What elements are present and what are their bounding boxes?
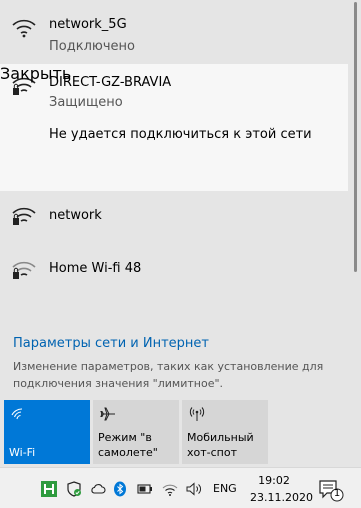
h-app-icon[interactable] [41, 481, 57, 497]
network-status: Защищено [49, 95, 123, 110]
security-shield-icon[interactable] [66, 481, 82, 497]
network-settings-description: Изменение параметров, таких как установл… [13, 360, 324, 390]
network-item-selected[interactable]: DIRECT-GZ-BRAVIA Защищено Не удается под… [0, 64, 348, 191]
volume-icon[interactable] [186, 481, 202, 497]
network-item[interactable]: network [0, 192, 348, 238]
taskbar: ENG 19:02 23.11.2020 1 [0, 467, 361, 508]
network-status: Подключено [49, 39, 135, 54]
wifi-toggle-tile[interactable]: Wi-Fi [4, 400, 90, 464]
input-language-indicator[interactable]: ENG [213, 482, 237, 495]
notification-count-badge: 1 [333, 488, 341, 499]
network-name: network [49, 208, 102, 223]
wifi-secured-icon [12, 261, 36, 279]
hotspot-icon [189, 407, 205, 421]
tile-label: Wi-Fi [9, 446, 36, 459]
network-settings-link[interactable]: Параметры сети и Интернет [13, 336, 209, 351]
flyout-scrollbar[interactable] [348, 0, 361, 467]
scrollbar-thumb[interactable] [354, 2, 357, 272]
connection-error-message: Не удается подключиться к этой сети [49, 127, 312, 142]
network-item-connected[interactable]: network_5G Подключено [0, 0, 348, 63]
network-item[interactable]: Home Wi-fi 48 [0, 238, 348, 302]
wifi-tray-icon[interactable] [162, 481, 178, 497]
bluetooth-icon[interactable] [112, 481, 128, 497]
tile-label: Мобильный хот-спот [187, 431, 254, 459]
network-flyout: network_5G Подключено DIRECT-GZ-BRAVIA З… [0, 0, 348, 467]
battery-icon[interactable] [137, 481, 153, 497]
wifi-secured-icon [12, 207, 36, 225]
tile-label: Режим "в самолете" [98, 431, 158, 459]
clock[interactable]: 19:02 23.11.2020 [250, 472, 313, 506]
wifi-icon [11, 408, 23, 420]
mobile-hotspot-tile[interactable]: Мобильный хот-спот [182, 400, 268, 464]
cloud-icon[interactable] [90, 481, 106, 497]
network-name: Home Wi-fi 48 [49, 261, 142, 276]
close-button[interactable]: Закрыть [0, 64, 348, 83]
clock-date: 23.11.2020 [250, 491, 313, 504]
wifi-signal-icon [12, 19, 36, 38]
airplane-icon [100, 407, 115, 421]
clock-time: 19:02 [258, 474, 290, 487]
network-name: network_5G [49, 17, 127, 32]
airplane-mode-tile[interactable]: Режим "в самолете" [93, 400, 179, 464]
